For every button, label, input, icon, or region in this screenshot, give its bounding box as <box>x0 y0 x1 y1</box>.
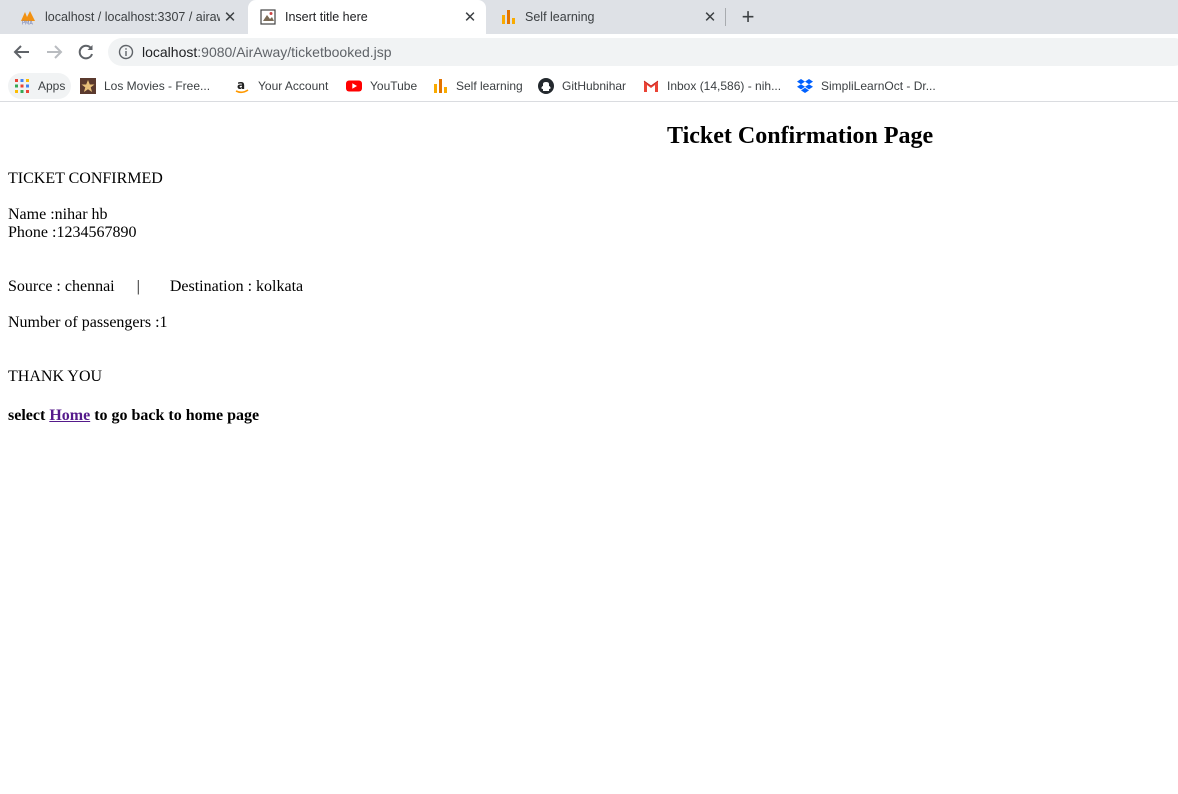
passenger-name: Name :nihar hb <box>8 206 108 224</box>
bookmark-label: Apps <box>38 79 66 93</box>
source-value: chennai <box>64 278 115 295</box>
reload-button[interactable] <box>74 40 98 64</box>
bookmark-github[interactable]: GitHubnihar <box>538 73 626 99</box>
url-text: localhost:9080/AirAway/ticketbooked.jsp <box>142 44 392 60</box>
bookmark-label: Inbox (14,586) - nih... <box>667 79 782 93</box>
browser-toolbar: localhost:9080/AirAway/ticketbooked.jsp <box>0 34 1178 70</box>
forward-button[interactable] <box>42 40 66 64</box>
youtube-icon <box>346 78 362 94</box>
apps-grid-icon <box>14 78 30 94</box>
info-icon[interactable] <box>118 44 134 60</box>
source-label: Source : <box>8 278 65 295</box>
url-host: localhost <box>142 44 198 60</box>
github-icon <box>538 78 554 94</box>
analytics-icon <box>432 78 448 94</box>
page-title: Ticket Confirmation Page <box>667 123 934 149</box>
phone-label: Phone : <box>8 224 57 241</box>
bookmark-simplilearn[interactable]: SimpliLearnOct - Dr... <box>797 73 936 99</box>
reload-icon <box>78 44 93 60</box>
home-instruction: select Home to go back to home page <box>8 407 259 425</box>
bookmark-label: Your Account <box>258 79 329 93</box>
passenger-count: Number of passengers :1 <box>8 314 168 332</box>
page-content: Ticket Confirmation Page TICKET CONFIRME… <box>0 103 1178 794</box>
tab-strip: PMA localhost / localhost:3307 / airaw ✕… <box>0 0 1178 34</box>
home-prefix: select <box>8 407 50 424</box>
bookmark-label: SimpliLearnOct - Dr... <box>821 79 936 93</box>
back-button[interactable] <box>10 40 34 64</box>
new-tab-button[interactable]: + <box>736 4 760 30</box>
bookmark-label: Self learning <box>456 79 523 93</box>
passengers-value: 1 <box>159 314 168 331</box>
tab-title: Self learning <box>525 10 595 24</box>
bookmark-inbox[interactable]: Inbox (14,586) - nih... <box>643 73 781 99</box>
tab-phpmyadmin[interactable]: PMA localhost / localhost:3307 / airaw ✕ <box>8 0 246 34</box>
bookmark-self-learning[interactable]: Self learning <box>432 73 523 99</box>
phone-value: 1234567890 <box>56 224 137 241</box>
passengers-label: Number of passengers : <box>8 314 160 331</box>
analytics-icon <box>500 9 516 25</box>
ticket-status: TICKET CONFIRMED <box>8 170 163 187</box>
url-path: :9080/AirAway/ticketbooked.jsp <box>197 44 392 60</box>
passenger-phone: Phone :1234567890 <box>8 224 136 242</box>
tab-insert-title[interactable]: Insert title here ✕ <box>248 0 486 34</box>
destination-label: Destination : <box>169 278 257 295</box>
svg-text:PMA: PMA <box>22 21 33 26</box>
close-icon[interactable]: ✕ <box>220 8 240 26</box>
tab-title: localhost / localhost:3307 / airaw <box>45 10 220 24</box>
bookmark-label: Los Movies - Free... <box>104 79 211 93</box>
name-label: Name : <box>8 206 55 223</box>
close-icon[interactable]: ✕ <box>460 8 480 26</box>
bookmark-your-account[interactable]: a Your Account <box>234 73 328 99</box>
bookmark-label: GitHubnihar <box>562 79 627 93</box>
home-link[interactable]: Home <box>49 407 90 424</box>
address-bar[interactable]: localhost:9080/AirAway/ticketbooked.jsp <box>108 38 1178 66</box>
bookmark-los-movies[interactable]: Los Movies - Free... <box>80 73 210 99</box>
tab-separator <box>725 8 726 26</box>
bookmarks-bar: Apps Los Movies - Free... a Your Account… <box>0 70 1178 102</box>
tab-title: Insert title here <box>285 10 368 24</box>
forward-arrow-icon <box>47 45 63 59</box>
tab-self-learning[interactable]: Self learning ✕ <box>488 0 726 34</box>
bookmark-apps[interactable]: Apps <box>8 73 72 99</box>
dropbox-icon <box>797 78 813 94</box>
bookmark-label: YouTube <box>370 79 418 93</box>
phpmyadmin-icon: PMA <box>20 9 36 27</box>
thank-you-text: THANK YOU <box>8 368 103 385</box>
gmail-icon <box>643 78 659 94</box>
back-arrow-icon <box>13 45 29 59</box>
route-separator: | <box>136 278 140 295</box>
svg-text:a: a <box>237 78 245 92</box>
close-icon[interactable]: ✕ <box>700 8 720 26</box>
destination-value: kolkata <box>256 278 304 295</box>
route-info: Source : chennai | Destination : kolkata <box>8 278 303 296</box>
movie-icon <box>80 78 96 94</box>
amazon-icon: a <box>234 78 250 94</box>
home-suffix: to go back to home page <box>90 407 260 424</box>
image-icon <box>260 9 276 25</box>
name-value: nihar hb <box>54 206 108 223</box>
bookmark-youtube[interactable]: YouTube <box>346 73 417 99</box>
